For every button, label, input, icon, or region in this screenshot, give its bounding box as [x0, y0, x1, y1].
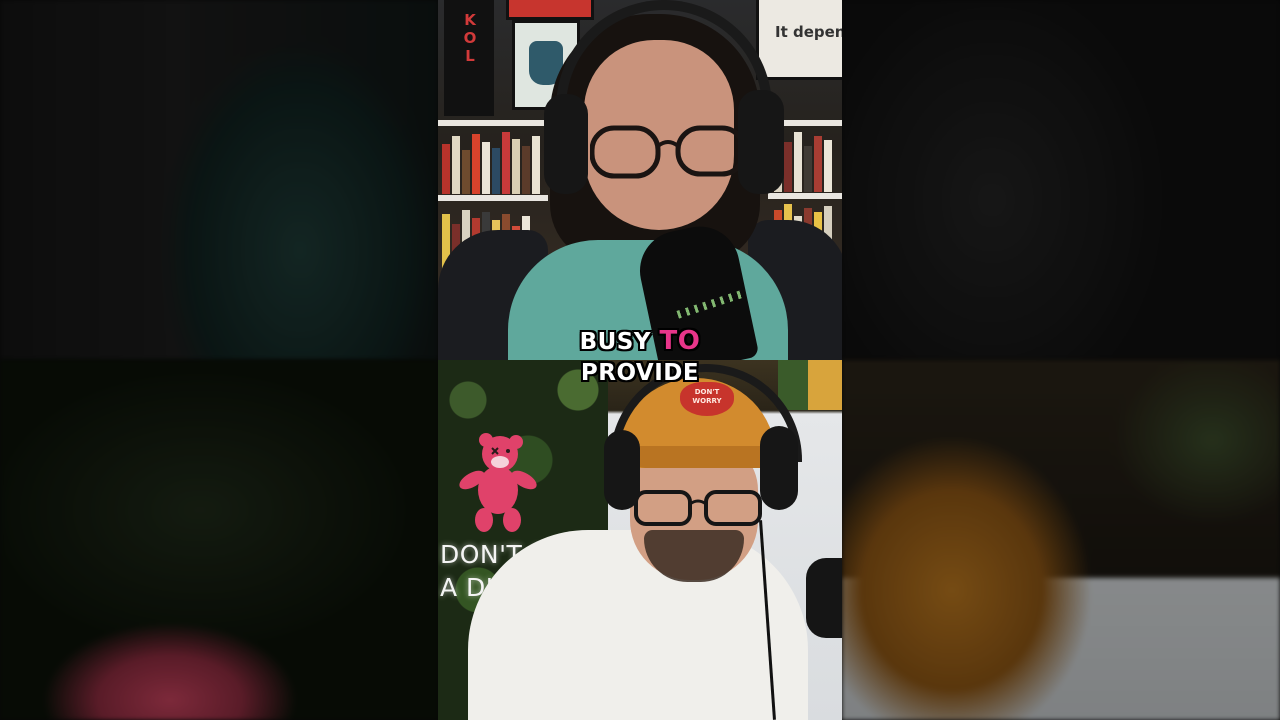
glasses-icon-bottom [634, 490, 762, 526]
headset-earcup-left [544, 94, 588, 194]
headset-earcup-right-bottom [760, 426, 798, 510]
shelf-lower-left [438, 195, 548, 201]
poster-quote: It depen [756, 0, 842, 80]
shelf-upper-left [438, 120, 548, 126]
poster-vertical-text: KOL [461, 11, 479, 65]
caption-line-1: BUSY TO [438, 326, 842, 358]
shelf-lower-right [768, 193, 842, 199]
video-frame: KOL It depen DON'T BE A DON'T WORRY BUSY… [0, 0, 1280, 720]
webcam-panel-top: KOL It depen [438, 0, 842, 360]
teddy-bear-icon [459, 433, 537, 532]
blurred-background-left [0, 0, 438, 720]
webcam-panel-bottom: DON'T BE A DICK DON'T WORRY [438, 360, 842, 720]
headset-earcup-left-bottom [604, 430, 640, 510]
caption-highlight-word: TO [659, 326, 701, 356]
microphone-icon-bottom [806, 558, 842, 638]
glasses-icon [590, 125, 747, 179]
poster-vertical: KOL [444, 0, 494, 116]
blurred-background-right [842, 0, 1280, 720]
caption-word: BUSY [579, 329, 652, 355]
poster-top [506, 0, 594, 20]
caption-line-2: PROVIDE [580, 360, 700, 386]
poster-quote-text: It depen [775, 23, 842, 41]
books-row-1 [442, 130, 540, 194]
caption: BUSY TO PROVIDE [438, 326, 842, 389]
headset-earcup-right [738, 90, 784, 194]
person-shirt-white [468, 530, 808, 720]
